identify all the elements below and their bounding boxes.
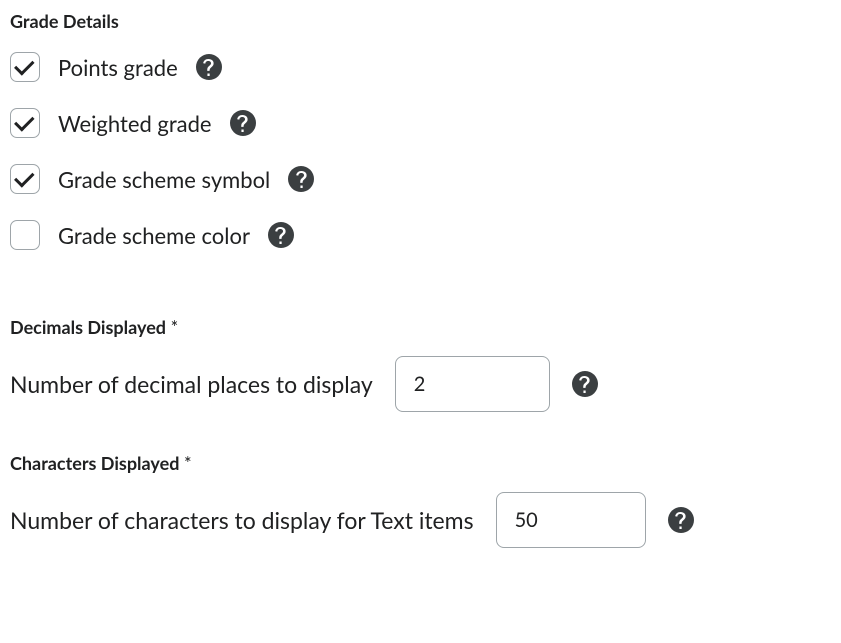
characters-label: Number of characters to display for Text… <box>10 506 474 534</box>
grade-scheme-symbol-help-icon[interactable] <box>288 166 314 192</box>
points-grade-help-icon[interactable] <box>196 54 222 80</box>
decimal-places-row: Number of decimal places to display <box>10 356 831 412</box>
grade-scheme-color-checkbox[interactable] <box>10 220 40 250</box>
grade-scheme-symbol-row: Grade scheme symbol <box>10 164 831 194</box>
characters-row: Number of characters to display for Text… <box>10 492 831 548</box>
characters-help-icon[interactable] <box>668 507 694 533</box>
weighted-grade-help-icon[interactable] <box>230 110 256 136</box>
weighted-grade-checkbox[interactable] <box>10 108 40 138</box>
grade-details-heading: Grade Details <box>10 10 831 32</box>
grade-scheme-color-row: Grade scheme color <box>10 220 831 250</box>
grade-scheme-symbol-checkbox[interactable] <box>10 164 40 194</box>
decimal-places-label: Number of decimal places to display <box>10 370 373 398</box>
grade-scheme-color-label: Grade scheme color <box>58 222 250 249</box>
decimal-places-help-icon[interactable] <box>572 371 598 397</box>
required-asterisk: * <box>179 452 191 474</box>
decimal-places-input[interactable] <box>395 356 550 412</box>
characters-input[interactable] <box>496 492 646 548</box>
grade-scheme-symbol-label: Grade scheme symbol <box>58 166 270 193</box>
weighted-grade-label: Weighted grade <box>58 110 212 137</box>
characters-displayed-heading: Characters Displayed * <box>10 452 831 474</box>
decimals-displayed-heading: Decimals Displayed * <box>10 316 831 338</box>
required-asterisk: * <box>166 316 178 338</box>
grade-scheme-color-help-icon[interactable] <box>268 222 294 248</box>
points-grade-label: Points grade <box>58 54 178 81</box>
weighted-grade-row: Weighted grade <box>10 108 831 138</box>
points-grade-row: Points grade <box>10 52 831 82</box>
points-grade-checkbox[interactable] <box>10 52 40 82</box>
